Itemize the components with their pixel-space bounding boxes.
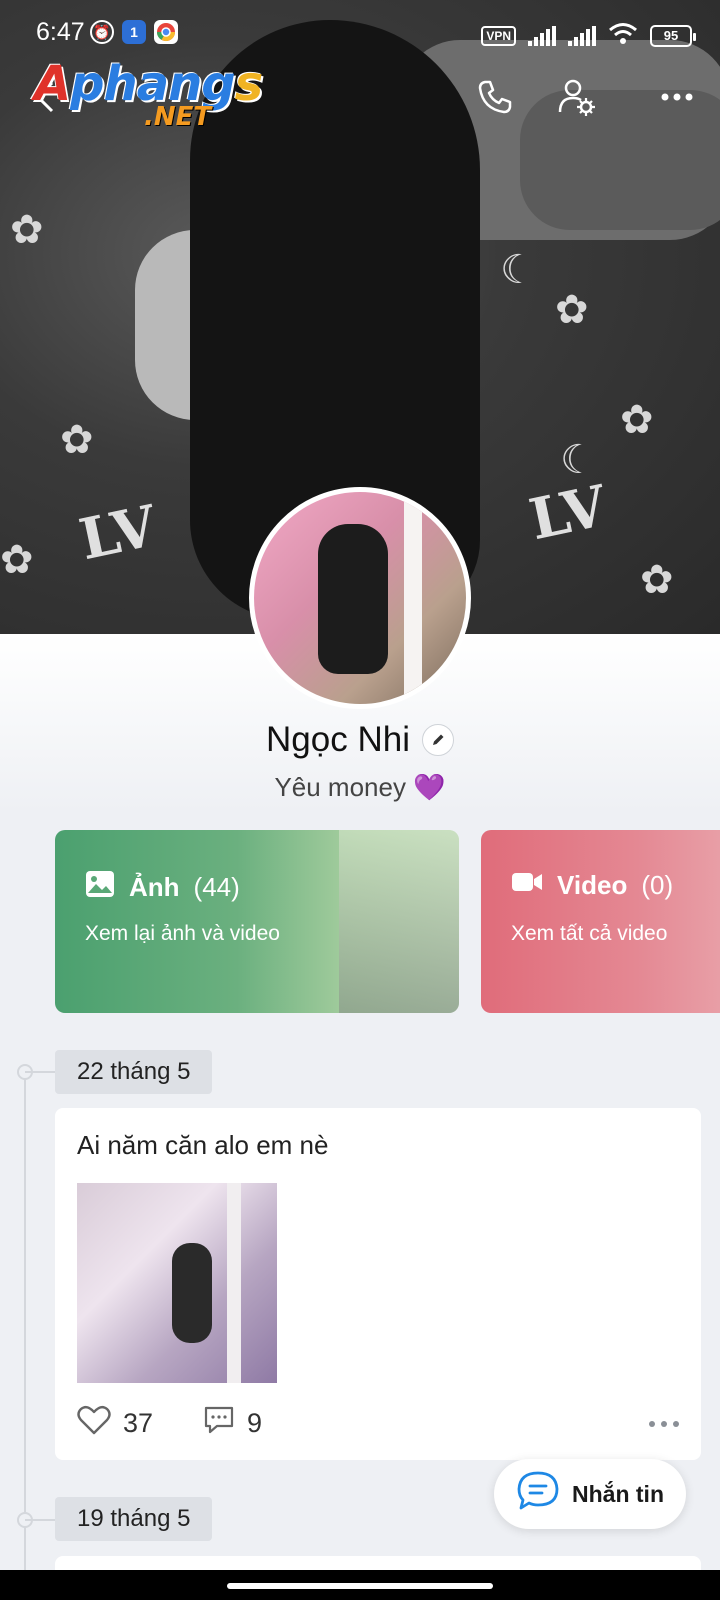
photos-card[interactable]: Ảnh (44) Xem lại ảnh và video (55, 830, 459, 1013)
comment-count: 9 (247, 1408, 263, 1438)
alarm-icon: ⏰ (90, 20, 114, 44)
videos-card-label: Video (557, 870, 628, 900)
chrome-icon (154, 20, 178, 44)
battery-icon: 95 (650, 24, 696, 47)
watermark-letter: A (34, 56, 71, 112)
photos-card-label: Ảnh (129, 872, 180, 902)
timeline-connector (25, 1519, 55, 1521)
profile-name: Ngọc Nhi (266, 720, 410, 759)
status-system-icons: VPN 95 (481, 22, 696, 49)
comment-button[interactable]: 9 (203, 1405, 262, 1442)
watermark-letter: h (103, 56, 138, 112)
video-camera-icon (511, 870, 543, 901)
signal-icon (568, 25, 596, 46)
photos-card-subtitle: Xem lại ảnh và video (85, 922, 280, 945)
message-button-label: Nhắn tin (572, 1480, 664, 1507)
photos-card-thumbnail (339, 830, 459, 1013)
videos-card[interactable]: Video (0) Xem tất cả video (481, 830, 720, 1013)
post-image-mirror (227, 1183, 241, 1383)
cover-pattern: ✿ (555, 287, 589, 333)
home-indicator[interactable] (227, 1583, 493, 1589)
like-button[interactable]: 37 (77, 1405, 153, 1442)
watermark-letter: s (234, 56, 264, 112)
photos-card-title: Ảnh (44) (85, 870, 240, 905)
post-image-figure (172, 1243, 212, 1343)
chat-bubble-icon (516, 1470, 560, 1518)
message-button[interactable]: Nhắn tin (494, 1459, 686, 1529)
timeline-date: 22 tháng 5 (55, 1050, 213, 1094)
edit-icon[interactable] (421, 724, 454, 756)
heart-icon (77, 1405, 111, 1442)
profile-bio: Yêu money 💜 (274, 772, 446, 802)
image-icon (85, 870, 115, 905)
profile-name-row: Ngọc Nhi (0, 720, 720, 760)
videos-card-count: (0) (641, 870, 674, 900)
timeline-connector (25, 1071, 55, 1073)
avatar-mirror (404, 502, 422, 702)
avatar-figure (318, 524, 388, 674)
avatar[interactable] (249, 487, 471, 709)
signal-icon (528, 25, 556, 46)
cover-pattern: ☾ (500, 247, 536, 293)
more-icon[interactable] (652, 72, 702, 122)
comment-icon (203, 1405, 235, 1442)
timeline-date: 19 tháng 5 (55, 1497, 213, 1541)
gesture-nav-bar (0, 1570, 720, 1600)
watermark-logo: Aphangs .NET (34, 56, 264, 132)
photos-card-count: (44) (193, 872, 240, 902)
post-more-icon[interactable] (649, 1420, 679, 1427)
cover-pattern: ✿ (0, 537, 34, 583)
cover-pattern: ✿ (60, 417, 94, 463)
post-text: Ai năm căn alo em nè (77, 1130, 329, 1160)
status-notification-icons: ⏰ 1 (90, 20, 178, 44)
post-image[interactable] (77, 1183, 277, 1383)
watermark-letter: p (70, 56, 104, 112)
cover-pattern: ✿ (620, 397, 654, 443)
like-count: 37 (123, 1408, 154, 1438)
app-notification-icon: 1 (122, 20, 146, 44)
status-time: 6:47 (36, 18, 85, 46)
cover-pattern: LV (73, 492, 163, 574)
cover-pattern: LV (523, 472, 613, 554)
user-settings-icon[interactable] (552, 72, 602, 122)
vpn-icon: VPN (481, 25, 516, 46)
wifi-icon (608, 22, 638, 49)
timeline-post[interactable]: Ai năm căn alo em nè 37 9 (55, 1108, 701, 1460)
cover-pattern: ✿ (640, 557, 674, 603)
phone-icon[interactable] (470, 72, 520, 122)
videos-card-title: Video (0) (511, 870, 673, 901)
videos-card-subtitle: Xem tất cả video (511, 922, 668, 945)
watermark-logo-suffix: .NET (144, 102, 212, 132)
cover-pattern: ✿ (10, 207, 44, 253)
post-actions: 37 9 (77, 1405, 679, 1442)
